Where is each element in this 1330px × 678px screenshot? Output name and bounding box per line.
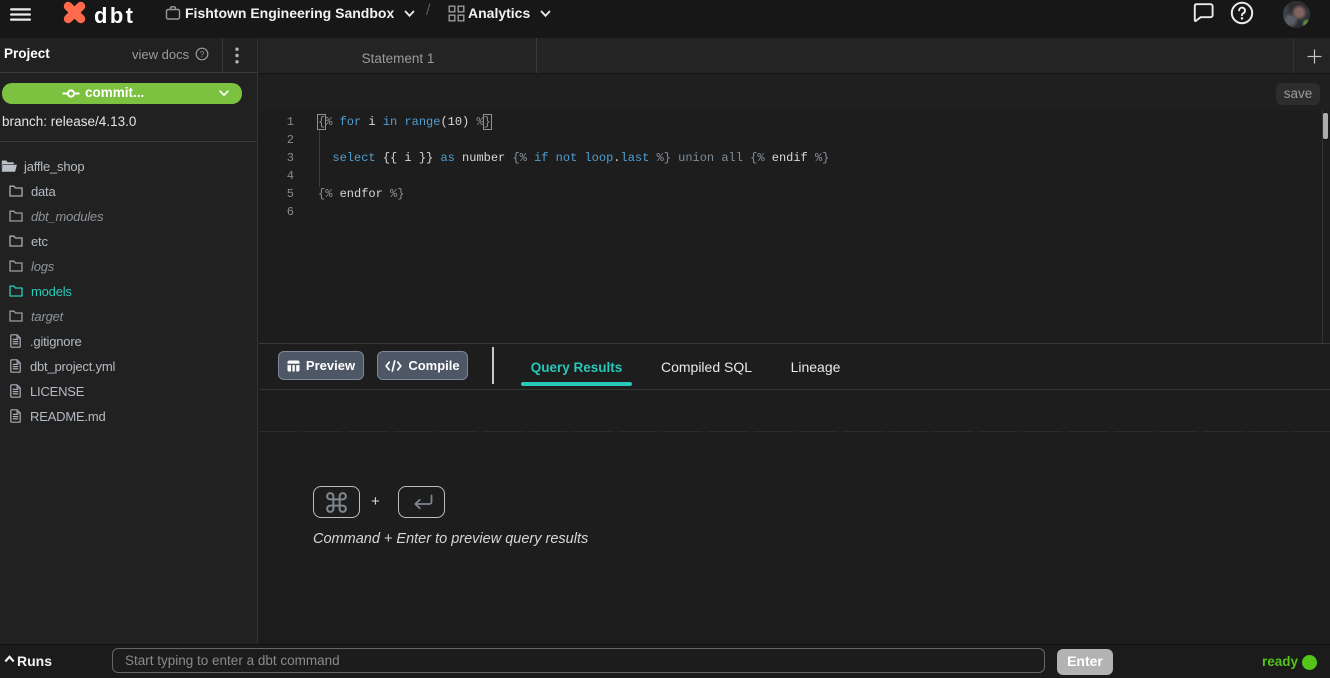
- svg-text:?: ?: [200, 50, 205, 59]
